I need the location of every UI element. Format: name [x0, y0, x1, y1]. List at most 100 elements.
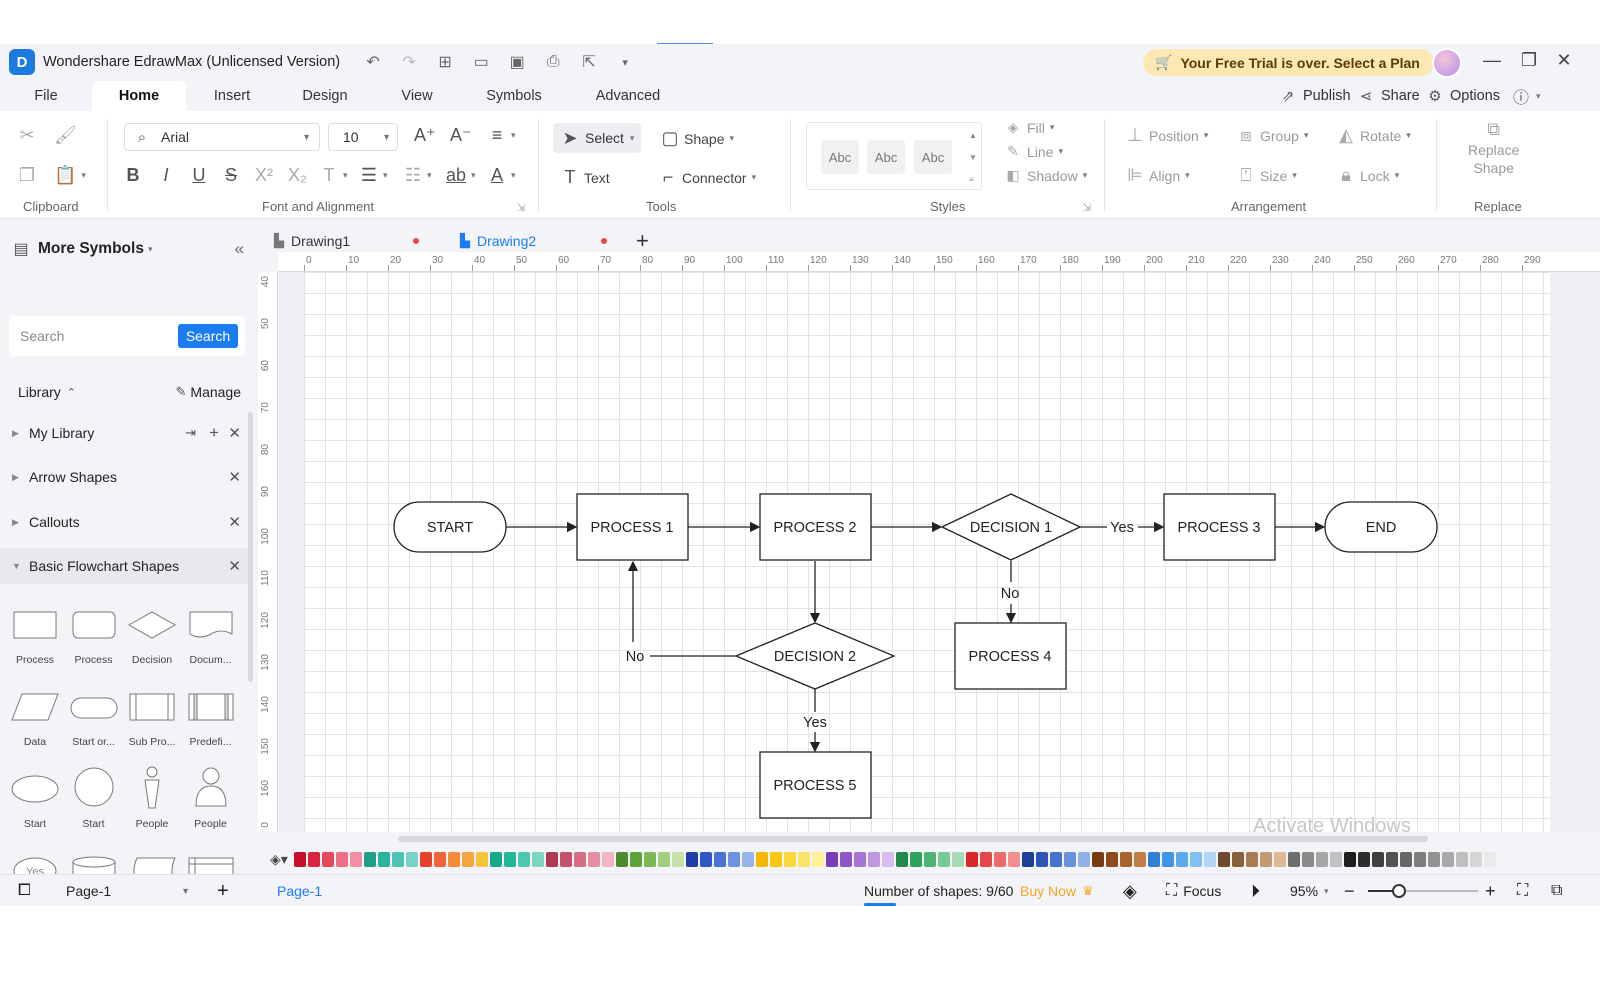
help-button[interactable]: ⓘ ▾ [1512, 81, 1541, 111]
color-swatch[interactable] [1483, 851, 1496, 867]
color-swatch[interactable] [545, 851, 558, 867]
color-swatch[interactable] [1021, 851, 1034, 867]
font-color-button[interactable]: A ▾ [488, 165, 516, 186]
color-swatch[interactable] [657, 851, 670, 867]
canvas-area[interactable]: START PROCESS 1 PROCESS 2 DECISION 1 PRO… [278, 272, 1600, 832]
style-preset-3[interactable]: Abc [914, 140, 952, 174]
color-swatch[interactable] [461, 851, 474, 867]
subscript-button[interactable]: X₂ [288, 165, 307, 186]
text-align-button[interactable]: ≡ ▾ [488, 125, 516, 146]
shape-predefined[interactable]: Predefi... [182, 682, 240, 764]
color-swatch[interactable] [1147, 851, 1160, 867]
print-icon[interactable]: ⎙ [542, 53, 564, 71]
color-swatch[interactable] [755, 851, 768, 867]
tab-design[interactable]: Design [296, 81, 354, 111]
zoom-out-icon[interactable]: − [1344, 875, 1355, 906]
color-swatch[interactable] [965, 851, 978, 867]
save-icon[interactable]: ▣ [506, 52, 528, 72]
collapse-panel-icon[interactable]: « [235, 239, 244, 259]
fill-button[interactable]: ◈ Fill ▾ [1004, 119, 1055, 136]
color-swatch[interactable] [601, 851, 614, 867]
color-swatch[interactable] [1385, 851, 1398, 867]
search-button[interactable]: Search [178, 324, 238, 348]
shape-rect[interactable]: Process [6, 600, 64, 682]
color-swatch[interactable] [1259, 851, 1272, 867]
library-item-callouts[interactable]: ▶ Callouts ✕ [0, 504, 248, 540]
color-swatch[interactable] [1287, 851, 1300, 867]
color-swatch[interactable] [1231, 851, 1244, 867]
color-swatch[interactable] [923, 851, 936, 867]
shape-ellipse[interactable]: Start [6, 764, 64, 846]
page-tab-page1[interactable]: Page-1 [277, 875, 322, 906]
increase-font-button[interactable]: A⁺ [414, 125, 436, 146]
style-scroll-icons[interactable]: ▲ ▼ ≡ [969, 125, 977, 191]
color-swatch[interactable] [531, 851, 544, 867]
color-swatch[interactable] [1119, 851, 1132, 867]
rotate-button[interactable]: ◭ Rotate ▾ [1337, 125, 1411, 146]
color-swatch[interactable] [1175, 851, 1188, 867]
color-swatch[interactable] [573, 851, 586, 867]
group-button[interactable]: ⧈ Group ▾ [1237, 125, 1308, 146]
size-button[interactable]: ⍞ Size ▾ [1237, 165, 1297, 186]
color-swatch[interactable] [839, 851, 852, 867]
color-swatch[interactable] [1091, 851, 1104, 867]
undo-icon[interactable]: ↶ [362, 52, 384, 72]
page-panel-toggle[interactable]: ⧠ [18, 875, 31, 906]
superscript-button[interactable]: X² [255, 165, 273, 186]
color-swatch[interactable] [769, 851, 782, 867]
tab-advanced[interactable]: Advanced [588, 81, 668, 111]
drawing-page[interactable]: START PROCESS 1 PROCESS 2 DECISION 1 PRO… [304, 272, 1550, 832]
zoom-in-icon[interactable]: + [1485, 875, 1496, 906]
color-swatch[interactable] [1161, 851, 1174, 867]
fit-page-icon[interactable]: ⛶ [1517, 875, 1528, 906]
color-swatch[interactable] [797, 851, 810, 867]
color-swatch[interactable] [475, 851, 488, 867]
align-button[interactable]: ⊫ Align ▾ [1126, 165, 1190, 186]
user-avatar[interactable] [1432, 48, 1462, 78]
close-icon[interactable]: ✕ [228, 513, 241, 531]
import-icon[interactable]: ⇥ [185, 425, 196, 441]
color-swatch[interactable] [671, 851, 684, 867]
color-swatch[interactable] [1469, 851, 1482, 867]
shape-rounded-rect[interactable]: Process [65, 600, 123, 682]
open-folder-icon[interactable]: ▭ [470, 52, 492, 72]
close-icon[interactable]: ✕ [1552, 50, 1576, 71]
color-swatch[interactable] [937, 851, 950, 867]
color-swatch[interactable] [1203, 851, 1216, 867]
shape-subprocess[interactable]: Sub Pro... [123, 682, 181, 764]
symbol-search-input[interactable]: Search Search [9, 316, 245, 356]
library-item-my-library[interactable]: ▶ My Library ⇥ + ✕ [0, 415, 248, 451]
font-dialog-launcher[interactable]: ⇲ [512, 201, 530, 214]
color-swatch[interactable] [1455, 851, 1468, 867]
line-button[interactable]: ✎ Line ▾ [1004, 143, 1063, 160]
styles-dialog-launcher[interactable]: ⇲ [1078, 201, 1096, 214]
color-swatch[interactable] [321, 851, 334, 867]
color-swatch[interactable] [1399, 851, 1412, 867]
color-swatch[interactable] [1217, 851, 1230, 867]
free-trial-banner[interactable]: 🛒 Your Free Trial is over. Select a Plan [1143, 49, 1434, 76]
tab-view[interactable]: View [394, 81, 440, 111]
close-icon[interactable]: ✕ [228, 557, 241, 575]
zoom-select[interactable]: 95% ▾ [1290, 875, 1329, 906]
position-button[interactable]: ⊥ Position ▾ [1126, 125, 1208, 146]
italic-button[interactable]: I [157, 165, 175, 186]
color-swatch[interactable] [853, 851, 866, 867]
line-spacing-button[interactable]: ☰ ▾ [360, 165, 388, 186]
shape-person[interactable]: People [123, 764, 181, 846]
color-swatch[interactable] [1105, 851, 1118, 867]
fullscreen-icon[interactable]: ⧉ [1551, 875, 1562, 906]
color-swatch[interactable] [825, 851, 838, 867]
restore-icon[interactable]: ❐ [1517, 50, 1541, 71]
color-swatch[interactable] [489, 851, 502, 867]
color-swatch[interactable] [1063, 851, 1076, 867]
color-swatch[interactable] [447, 851, 460, 867]
close-icon[interactable]: ✕ [228, 468, 241, 486]
plus-icon[interactable]: + [209, 423, 219, 443]
color-swatch[interactable] [881, 851, 894, 867]
options-button[interactable]: ⚙ Options [1426, 81, 1500, 111]
bullets-button[interactable]: ☷ ▾ [404, 165, 432, 186]
text-case-button[interactable]: T ▾ [320, 165, 348, 186]
text-tool-button[interactable]: T Text [561, 167, 610, 188]
presentation-play-icon[interactable]: ⏵ [1251, 875, 1260, 906]
color-swatch[interactable] [1189, 851, 1202, 867]
